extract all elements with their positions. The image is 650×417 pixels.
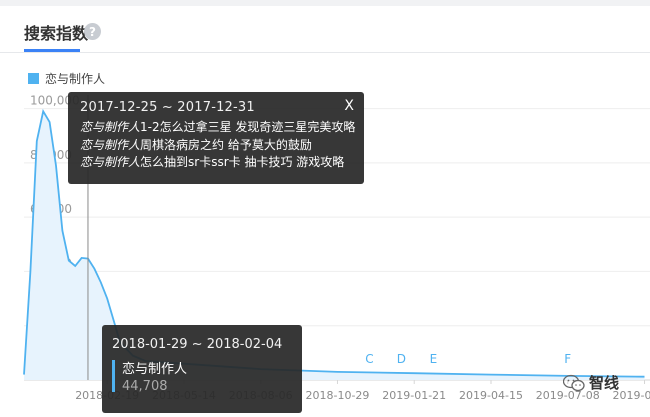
event-marker: F [564,352,571,366]
tooltip-news-keyword: 恋与制作人 [80,155,141,169]
tooltip-value-date: 2018-01-29 ~ 2018-02-04 [112,337,283,352]
event-marker: E [430,352,438,366]
event-marker: C [365,352,373,366]
x-tick-label: 2019-04-15 [459,389,523,402]
tooltip-news-keyword: 恋与制作人 [80,120,141,134]
tooltip-news-text: 1-2怎么过拿三星 发现奇迹三星完美攻略 [140,120,356,134]
tooltip-series: 恋与制作人 44,708 [112,358,292,394]
tooltip-news: 2017-12-25 ~ 2017-12-31 恋与制作人1-2怎么过拿三星 发… [68,92,364,184]
tooltip-news-line[interactable]: 恋与制作人1-2怎么过拿三星 发现奇迹三星完美攻略 [80,119,356,137]
watermark: 智线 [563,372,619,393]
tooltip-news-text: 周棋洛病房之约 给予莫大的鼓励 [140,137,312,152]
tooltip-news-line[interactable]: 恋与制作人怎么抽到sr卡ssr卡 抽卡技巧 游戏攻略 [80,154,352,172]
x-tick-label: 2019-01-21 [382,389,446,402]
tooltip-news-line[interactable]: 恋与制作人周棋洛病房之约 给予莫大的鼓励 [80,137,352,155]
search-index-chart[interactable]: 20,00040,00060,00080,000100,0002018-02-1… [0,0,650,417]
wechat-logo-icon [563,374,585,391]
x-tick-label: 2018-10-29 [305,389,369,402]
tooltip-value: 2018-01-29 ~ 2018-02-04 恋与制作人 44,708 [102,325,302,413]
tooltip-news-keyword: 恋与制作人 [80,137,141,152]
close-icon[interactable]: X [344,98,354,114]
event-marker: D [397,352,406,366]
tooltip-series-marker [112,360,115,392]
tooltip-news-date: 2017-12-25 ~ 2017-12-31 [80,100,255,115]
tooltip-news-text: 怎么抽到sr卡ssr卡 抽卡技巧 游戏攻略 [140,155,345,169]
watermark-text: 智线 [589,374,620,392]
tooltip-series-value: 44,708 [122,379,168,394]
tooltip-series-name: 恋与制作人 [122,362,188,377]
